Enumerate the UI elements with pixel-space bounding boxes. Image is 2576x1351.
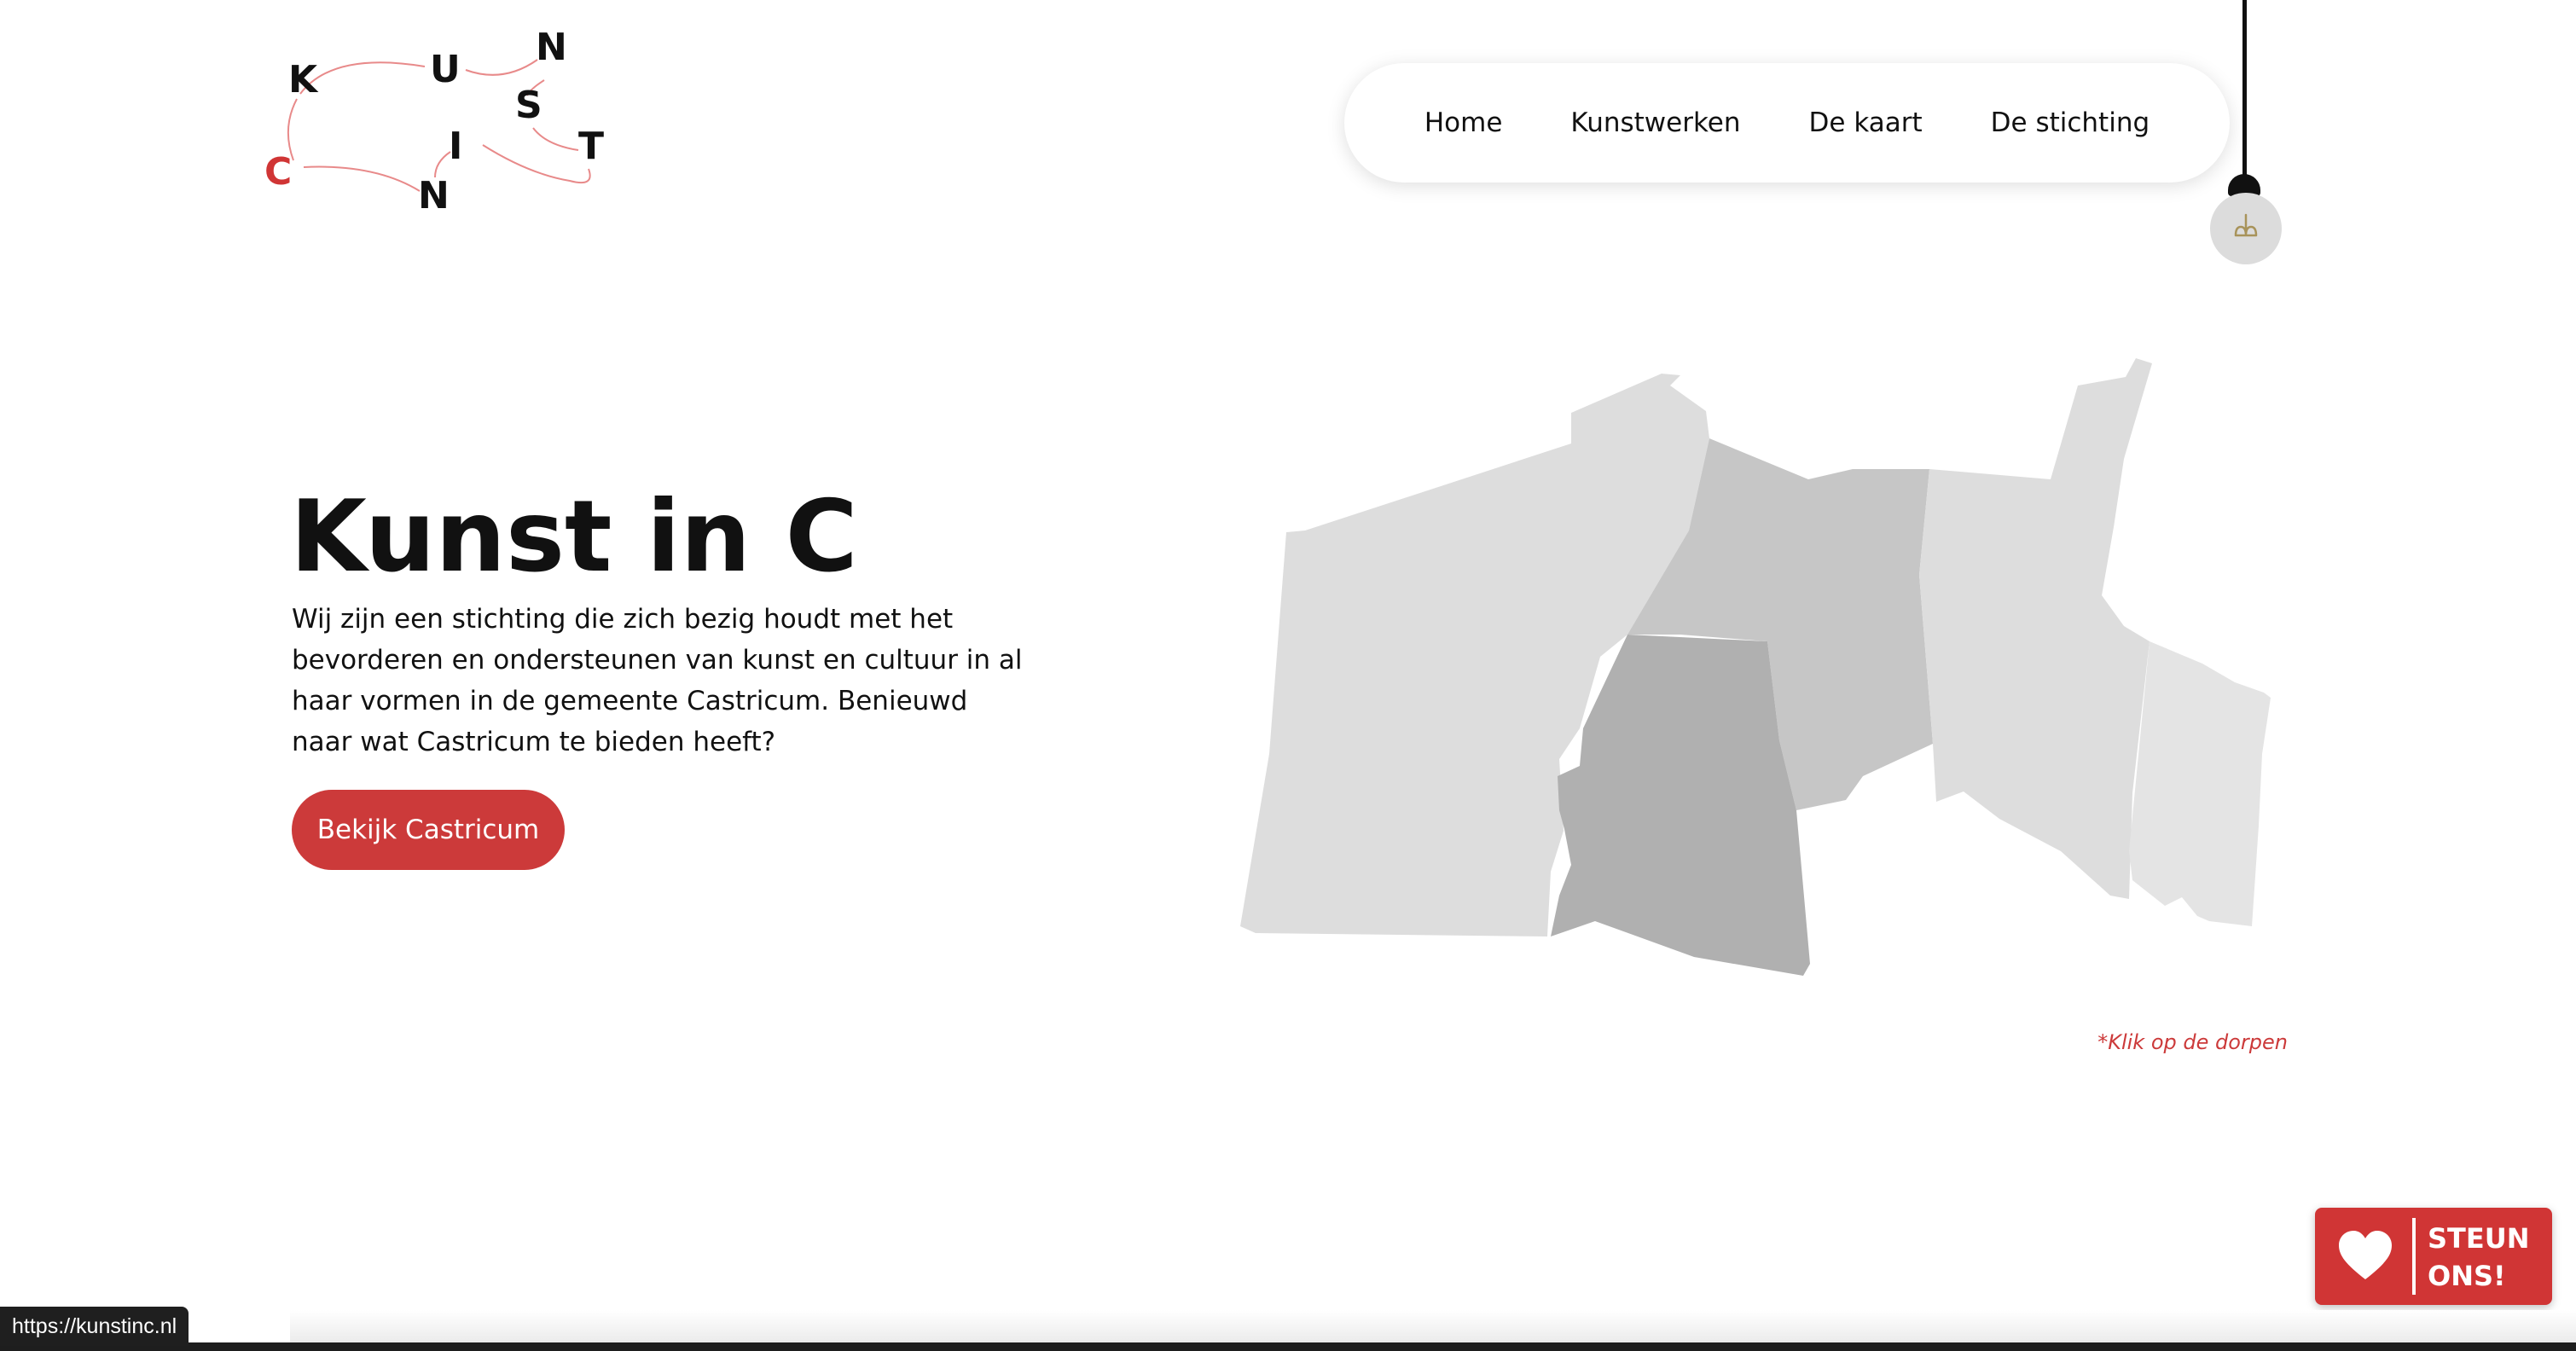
logo-letter-s: S (515, 84, 542, 127)
footer-edge (0, 1342, 2576, 1351)
logo-arrow (299, 61, 426, 95)
logo-arrow (465, 59, 538, 76)
lamp-cord (2242, 0, 2247, 179)
kunst-in-c-logo: K U N S T I N C (264, 26, 604, 217)
steun-ons-button[interactable]: STEUN ONS! (2315, 1208, 2552, 1305)
heart-icon (2339, 1231, 2392, 1279)
support-label-line2: ONS! (2428, 1260, 2506, 1292)
castricum-map (1240, 358, 2271, 976)
map-village-northeast[interactable] (1919, 358, 2152, 899)
hero-title: Kunst in C (290, 479, 858, 594)
logo-letter-n: N (536, 26, 567, 69)
logo-letter-n2: N (418, 174, 450, 217)
lightbulb-icon[interactable] (2210, 193, 2282, 264)
map-village-east[interactable] (2129, 641, 2271, 926)
nav-de-stichting[interactable]: De stichting (1991, 107, 2150, 138)
browser-status-url: https://kunstinc.nl (0, 1307, 189, 1346)
bekijk-castricum-button[interactable]: Bekijk Castricum (292, 790, 565, 870)
logo-letter-t: T (578, 125, 604, 168)
hero-description: Wij zijn een stichting die zich bezig ho… (292, 604, 1023, 757)
logo-arrow (482, 144, 591, 184)
page: K U N S T I N C Home Kunstwerken De kaar… (0, 0, 2576, 1351)
logo-letter-i: I (449, 125, 462, 168)
nav-home[interactable]: Home (1424, 107, 1503, 138)
support-label: STEUN ONS! (2428, 1220, 2547, 1295)
lightbulb-filament-icon (2234, 213, 2258, 237)
support-divider (2412, 1218, 2416, 1295)
support-label-line1: STEUN (2428, 1222, 2530, 1255)
map-hint: *Klik op de dorpen (2097, 1030, 2288, 1054)
logo-letter-c: C (264, 150, 292, 194)
logo-letter-u: U (430, 48, 461, 91)
nav-de-kaart[interactable]: De kaart (1809, 107, 1923, 138)
logo-arrow (532, 127, 579, 151)
main-navigation: Home Kunstwerken De kaart De stichting (1344, 63, 2230, 183)
nav-kunstwerken[interactable]: Kunstwerken (1570, 107, 1740, 138)
logo-arrow (303, 165, 421, 192)
logo-letter-k: K (288, 58, 319, 101)
